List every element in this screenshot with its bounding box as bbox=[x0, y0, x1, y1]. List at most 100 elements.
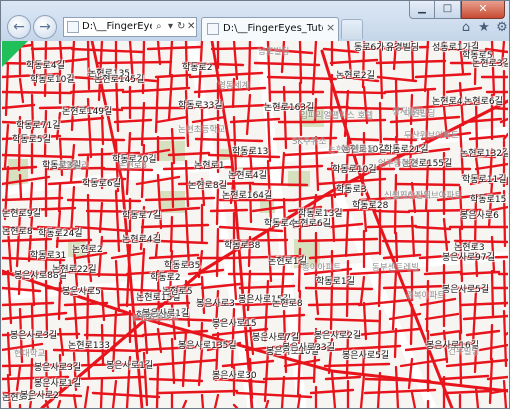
road-segment bbox=[424, 312, 460, 321]
poi-label: 대원빌딩 bbox=[404, 109, 436, 119]
settings-gear-icon[interactable]: ⚙ bbox=[493, 19, 509, 37]
favorites-star-icon[interactable]: ★ bbox=[475, 19, 493, 37]
road-segment bbox=[366, 224, 418, 229]
road-segment bbox=[314, 289, 320, 316]
road-segment bbox=[167, 73, 174, 121]
road-label: 논현로8 bbox=[2, 227, 33, 237]
road-label: 논현로4길 bbox=[122, 235, 161, 245]
road-segment bbox=[111, 379, 118, 408]
road-segment bbox=[462, 314, 508, 321]
road-segment bbox=[505, 176, 508, 186]
road-segment bbox=[44, 349, 49, 398]
road-segment bbox=[502, 309, 508, 368]
road-label: 논현로5 bbox=[162, 287, 193, 297]
road-segment bbox=[453, 239, 508, 244]
road-label: 봉은사로3 bbox=[196, 299, 235, 309]
road-segment bbox=[57, 281, 62, 321]
search-icon[interactable]: ⌕ bbox=[156, 20, 162, 34]
tab-close-icon[interactable]: × bbox=[326, 21, 335, 35]
road-label: 학동로71길 bbox=[16, 121, 61, 131]
page-favicon-icon bbox=[67, 21, 79, 33]
road-segment bbox=[156, 41, 162, 66]
close-icon: ✕ bbox=[478, 2, 488, 15]
road-segment bbox=[245, 93, 252, 136]
forward-button[interactable]: → bbox=[33, 15, 57, 39]
road-segment bbox=[309, 388, 355, 395]
park-area bbox=[260, 201, 276, 213]
road-label: 논현로3 bbox=[454, 243, 485, 253]
road-segment bbox=[311, 41, 318, 96]
road-segment bbox=[359, 275, 366, 305]
road-segment bbox=[155, 365, 160, 408]
road-label: 논현로8길 bbox=[188, 181, 227, 191]
close-window-button[interactable]: ✕ bbox=[461, 1, 505, 19]
road-segment bbox=[57, 183, 62, 213]
refresh-icon[interactable]: ↻ bbox=[177, 20, 185, 34]
poi-label: SK주유소 bbox=[292, 137, 327, 147]
road-segment bbox=[409, 303, 414, 346]
road-label: 논현로4길 bbox=[228, 171, 267, 181]
road-segment bbox=[393, 327, 398, 359]
road-segment bbox=[18, 77, 25, 104]
road-segment bbox=[381, 239, 451, 244]
road-segment bbox=[425, 279, 430, 333]
road-segment bbox=[15, 365, 22, 392]
road-label: 논현로2길 bbox=[336, 71, 375, 81]
road-segment bbox=[99, 377, 104, 408]
road-segment bbox=[230, 307, 236, 369]
road-segment bbox=[423, 41, 430, 93]
road-segment bbox=[232, 41, 239, 81]
road-segment bbox=[213, 393, 220, 408]
dropdown-icon[interactable]: ▾ bbox=[168, 20, 173, 34]
road-segment bbox=[210, 46, 264, 51]
road-segment bbox=[329, 58, 379, 65]
new-tab-button[interactable] bbox=[341, 19, 363, 39]
road-label: 논현로9길 bbox=[2, 209, 41, 219]
minimize-button[interactable]: ▁ bbox=[409, 1, 435, 19]
road-segment bbox=[29, 357, 34, 395]
road-label: 논현로4 bbox=[432, 97, 463, 107]
road-label: 봉은사로3길 bbox=[34, 363, 82, 373]
maximize-button[interactable]: □ bbox=[435, 1, 461, 19]
road-label: 학동로13 bbox=[232, 147, 269, 157]
road-label: 학동로6길 bbox=[82, 179, 121, 189]
road-segment bbox=[56, 399, 62, 408]
road-segment bbox=[114, 259, 121, 313]
back-button[interactable]: ← bbox=[7, 15, 31, 39]
road-segment bbox=[69, 185, 76, 236]
road-label: 논현로145길 bbox=[94, 75, 145, 85]
road-segment bbox=[474, 385, 480, 408]
home-icon[interactable]: ⌂ bbox=[457, 19, 475, 37]
back-arrow-icon: ← bbox=[13, 19, 25, 35]
minimize-icon: ▁ bbox=[418, 3, 426, 14]
road-segment bbox=[382, 284, 448, 290]
map-viewport[interactable]: 동로6가길 유경빌딩 성동로1가길 학동로5 학동로4길 논현로135 학동로2 논현로3길 학… bbox=[2, 41, 508, 408]
tab-favicon-icon bbox=[207, 23, 219, 35]
road-label: 학동로7길 bbox=[122, 211, 161, 221]
road-label: 유경빌딩 bbox=[386, 43, 420, 53]
road-segment bbox=[359, 373, 366, 408]
road-segment bbox=[502, 259, 507, 308]
address-url[interactable]: D:\__FingerEyes_Tu bbox=[82, 20, 152, 34]
maximize-icon: □ bbox=[442, 3, 453, 14]
tab-title: D:\__FingerEyes_Tutorials_... bbox=[223, 23, 323, 34]
road-segment bbox=[445, 358, 508, 368]
road-label: 학동로15 bbox=[470, 195, 507, 205]
road-label: 봉은사로6 bbox=[460, 211, 499, 221]
road-segment bbox=[324, 375, 362, 381]
road-segment bbox=[322, 47, 360, 54]
poi-label: 성일빌라 bbox=[58, 161, 90, 171]
road-segment bbox=[471, 289, 478, 346]
address-bar[interactable]: D:\__FingerEyes_Tu ⌕ ▾ ↻ ✕ bbox=[63, 17, 197, 37]
road-label: 봉은사로15 bbox=[212, 319, 257, 329]
road-segment bbox=[410, 391, 417, 408]
tab-active[interactable]: D:\__FingerEyes_Tutorials_... × bbox=[201, 17, 339, 41]
map-corner-marker bbox=[2, 41, 28, 67]
road-segment bbox=[298, 41, 303, 85]
poi-label: 현대학교 bbox=[14, 349, 46, 359]
stop-icon[interactable]: ✕ bbox=[187, 20, 195, 34]
road-segment bbox=[113, 118, 153, 124]
poi-label: 경복아파트 bbox=[406, 291, 446, 301]
road-label: 논현로2 bbox=[72, 245, 103, 255]
road-segment bbox=[69, 88, 125, 94]
